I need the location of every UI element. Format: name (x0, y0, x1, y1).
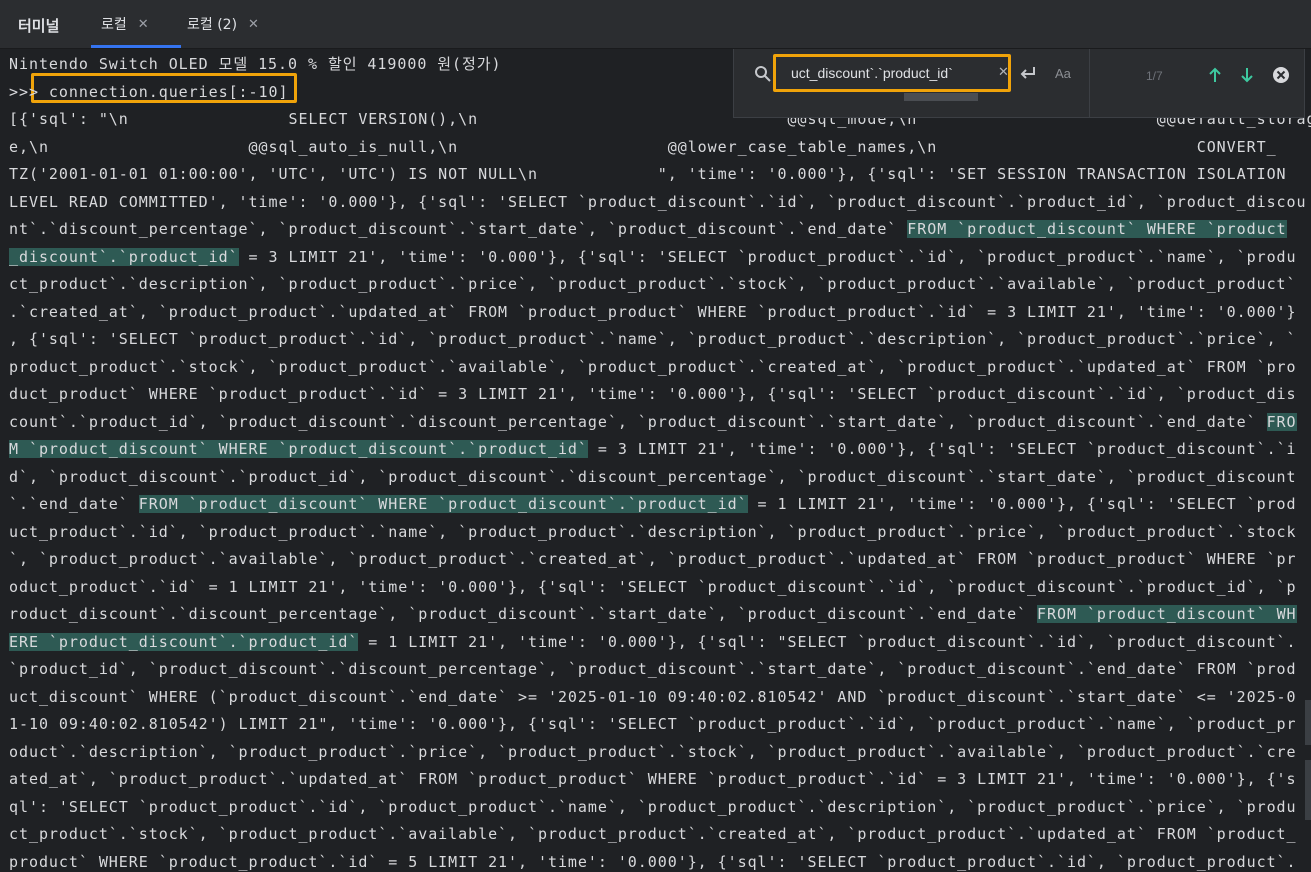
terminal-text: >>> connection.queries[:-10] (9, 82, 289, 101)
terminal-text: = 1 LIMIT 21', 'time': '0.000'}, {'sql':… (747, 495, 1297, 513)
terminal-line: `, `product_product`.`available`, `produ… (9, 549, 1297, 569)
terminal-line: ERE `product_discount`.`product_id` = 1 … (9, 632, 1297, 652)
terminal-text: nt`.`discount_percentage`, `product_disc… (9, 220, 908, 238)
search-match: FROM `product_discount` WHERE `product_d… (138, 495, 748, 513)
terminal-line: uct_discount` WHERE (`product_discount`.… (9, 687, 1297, 707)
terminal-line: `.`end_date` FROM `product_discount` WHE… (9, 494, 1297, 514)
terminal-text: oduct_product`.`id` = 1 LIMIT 21', 'time… (9, 577, 1297, 596)
search-match: FROM `product_discount` WH (1037, 605, 1297, 623)
terminal-text: count`.`product_id`, `product_discount`.… (9, 412, 1267, 431)
terminal-text: `, `product_product`.`available`, `produ… (9, 550, 1297, 568)
tab-label: 로컬 (2) (187, 17, 238, 33)
terminal-line: count`.`product_id`, `product_discount`.… (9, 412, 1297, 432)
terminal-text: ct_product`.`description`, `product_prod… (9, 275, 1297, 293)
terminal-text: e,\n @@sql_auto_is_null,\n @@lower_case_… (9, 137, 1277, 156)
terminal-line: Nintendo Switch OLED 모델 15.0 % 할인 419000… (9, 54, 502, 74)
arrow-down-icon[interactable] (1239, 66, 1255, 88)
terminal-text: Nintendo Switch OLED 모델 15.0 % 할인 419000… (9, 55, 502, 73)
enter-icon[interactable] (1018, 63, 1038, 87)
terminal-text: ated_at`, `product_product`.`updated_at`… (9, 770, 1297, 788)
terminal-text: LEVEL READ COMMITTED', 'time': '0.000'},… (9, 192, 1307, 211)
terminal-line: ql': 'SELECT `product_product`.`id`, `pr… (9, 797, 1297, 817)
tab-label: 로컬 (101, 17, 127, 33)
find-bar: uct_discount`.`product_id` ✕ Aa 1/7 (733, 49, 1305, 118)
terminal-line: ct_product`.`description`, `product_prod… (9, 274, 1297, 294)
terminal-output[interactable]: Nintendo Switch OLED 모델 15.0 % 할인 419000… (0, 49, 1311, 872)
terminal-text: , {'sql': 'SELECT `product_product`.`id`… (9, 330, 1297, 348)
match-count: 1/7 (1146, 69, 1163, 83)
terminal-text: = 3 LIMIT 21', 'time': '0.000'}, {'sql':… (587, 440, 1297, 458)
terminal-text: = 3 LIMIT 21', 'time': '0.000'}, {'sql':… (238, 247, 1297, 266)
terminal-text: roduct_discount`.`discount_percentage`, … (9, 605, 1038, 623)
terminal-text: ct_product`.`stock`, `product_product`.`… (9, 825, 1297, 843)
terminal-line: `product_id`, `product_discount`.`discou… (9, 659, 1297, 679)
terminal-text: uct_discount` WHERE (`product_discount`.… (9, 687, 1297, 706)
terminal-line: .`created_at`, `product_product`.`update… (9, 302, 1297, 322)
find-query: uct_discount`.`product_id` (791, 65, 953, 81)
terminal-text: ql': 'SELECT `product_product`.`id`, `pr… (9, 797, 1297, 816)
terminal-text: oduct`.`description`, `product_product`.… (9, 742, 1297, 761)
scrollbar-thumb[interactable] (1305, 700, 1311, 745)
terminal-line: _discount`.`product_id` = 3 LIMIT 21', '… (9, 247, 1297, 267)
terminal-line: TZ('2001-01-01 01:00:00', 'UTC', 'UTC') … (9, 164, 1287, 184)
terminal-text: = 1 LIMIT 21', 'time': '0.000'}, {'sql':… (358, 632, 1297, 651)
terminal-text: product` WHERE `product_product`.`id` = … (9, 852, 1297, 871)
search-match: ERE `product_discount`.`product_id` (9, 632, 359, 651)
scrollbar-thumb[interactable] (1305, 760, 1311, 820)
search-match: FRO (1266, 412, 1297, 431)
terminal-text: `product_id`, `product_discount`.`discou… (9, 660, 1297, 678)
terminal-line: 1-10 09:40:02.810542') LIMIT 21", 'time'… (9, 714, 1297, 734)
close-tab-icon[interactable]: ✕ (248, 17, 259, 32)
clear-icon[interactable]: ✕ (998, 65, 1009, 80)
terminal-line: nt`.`discount_percentage`, `product_disc… (9, 219, 1287, 239)
arrow-up-icon[interactable] (1207, 66, 1223, 88)
tab-local[interactable]: 로컬 ✕ (91, 0, 181, 48)
terminal-line: ated_at`, `product_product`.`updated_at`… (9, 769, 1297, 789)
terminal-text: uct_product`.`id`, `product_product`.`na… (9, 522, 1297, 541)
terminal-line: uct_product`.`id`, `product_product`.`na… (9, 522, 1297, 542)
find-input[interactable]: uct_discount`.`product_id` ✕ (773, 54, 1011, 92)
terminal-text: 1-10 09:40:02.810542') LIMIT 21", 'time'… (9, 715, 1297, 733)
terminal-line: oduct`.`description`, `product_product`.… (9, 742, 1297, 762)
terminal-line: LEVEL READ COMMITTED', 'time': '0.000'},… (9, 192, 1307, 212)
terminal-text: d`, `product_discount`.`product_id`, `pr… (9, 467, 1297, 486)
terminal-line: M `product_discount` WHERE `product_disc… (9, 439, 1297, 459)
terminal-line: product_product`.`stock`, `product_produ… (9, 357, 1297, 377)
terminal-line: product` WHERE `product_product`.`id` = … (9, 852, 1297, 872)
tool-window-header: 터미널 로컬 ✕ 로컬 (2) ✕ (0, 0, 1311, 49)
terminal-text: .`created_at`, `product_product`.`update… (9, 302, 1297, 321)
search-match: _discount`.`product_id` (9, 247, 239, 266)
terminal-line: e,\n @@sql_auto_is_null,\n @@lower_case_… (9, 137, 1277, 157)
search-match: FROM `product_discount` WHERE `product (907, 220, 1287, 238)
tab-local-2[interactable]: 로컬 (2) ✕ (187, 0, 259, 48)
terminal-line: ct_product`.`stock`, `product_product`.`… (9, 824, 1297, 844)
terminal-line: oduct_product`.`id` = 1 LIMIT 21', 'time… (9, 577, 1297, 597)
terminal-text: TZ('2001-01-01 01:00:00', 'UTC', 'UTC') … (9, 165, 1287, 183)
close-tab-icon[interactable]: ✕ (138, 17, 149, 32)
terminal-line: d`, `product_discount`.`product_id`, `pr… (9, 467, 1297, 487)
close-icon[interactable] (1271, 65, 1291, 89)
terminal-text: duct_product` WHERE `product_product`.`i… (9, 385, 1297, 403)
terminal-line: duct_product` WHERE `product_product`.`i… (9, 384, 1297, 404)
find-scrollbar (904, 93, 978, 101)
terminal-line: >>> connection.queries[:-10] (9, 82, 288, 102)
search-match: M `product_discount` WHERE `product_disc… (9, 440, 588, 458)
terminal-line: , {'sql': 'SELECT `product_product`.`id`… (9, 329, 1297, 349)
terminal-text: product_product`.`stock`, `product_produ… (9, 357, 1297, 376)
terminal-text: `.`end_date` (9, 495, 139, 513)
panel-title: 터미널 (18, 17, 60, 35)
divider (1089, 49, 1090, 118)
search-icon[interactable] (754, 65, 772, 87)
terminal-line: roduct_discount`.`discount_percentage`, … (9, 604, 1297, 624)
match-case-button[interactable]: Aa (1055, 66, 1071, 81)
